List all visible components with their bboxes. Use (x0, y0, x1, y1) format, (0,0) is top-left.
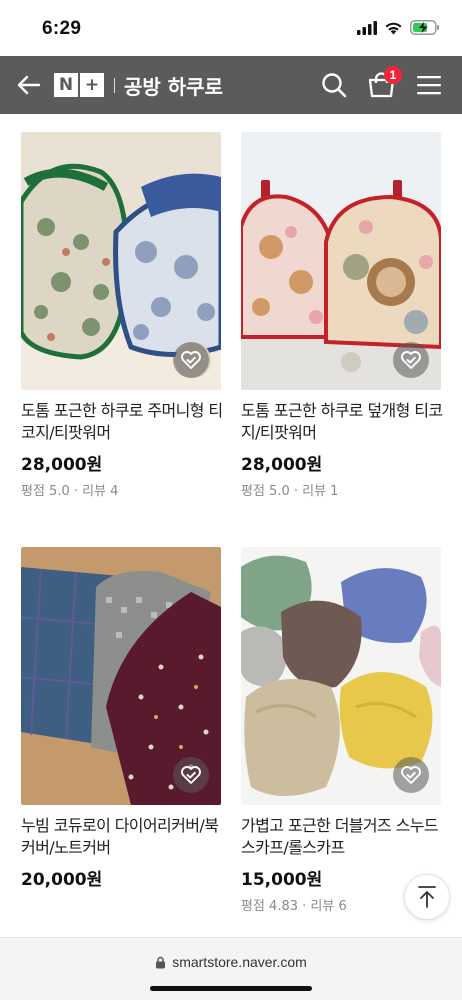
product-image[interactable] (21, 132, 221, 390)
status-time: 6:29 (42, 18, 82, 39)
product-title[interactable]: 도톰 포근한 하쿠로 덮개형 티코지/티팟워머 (241, 400, 451, 444)
product-image[interactable] (21, 547, 221, 805)
menu-button[interactable] (416, 73, 442, 97)
product-price: 20,000원 (21, 870, 103, 890)
wishlist-button[interactable] (393, 342, 429, 378)
logo-plus: + (80, 73, 104, 97)
logo-n: N (54, 73, 78, 97)
status-bar: 6:29 (0, 0, 462, 56)
product-price: 28,000원 (241, 455, 323, 475)
search-icon (322, 73, 347, 98)
browser-address-bar[interactable]: smartstore.naver.com (0, 937, 462, 1000)
app-header: N + 공방 하쿠로 1 (0, 56, 462, 114)
cart-badge: 1 (384, 66, 402, 84)
product-rating: 평점 4.83 · 리뷰 6 (241, 899, 347, 914)
wishlist-button[interactable] (173, 342, 209, 378)
product-title[interactable]: 누빔 코듀로이 다이어리커버/북커버/노트커버 (21, 815, 231, 859)
heart-check-icon (181, 766, 201, 784)
wifi-icon (385, 22, 402, 34)
url-display[interactable]: smartstore.naver.com (0, 954, 462, 970)
header-divider (114, 78, 115, 93)
product-rating: 평점 5.0 · 리뷰 1 (241, 484, 339, 499)
product-price: 28,000원 (21, 455, 103, 475)
back-button[interactable] (14, 70, 44, 100)
heart-check-icon (401, 351, 421, 369)
lock-icon (156, 956, 166, 968)
wishlist-button[interactable] (173, 757, 209, 793)
status-icons (357, 20, 440, 35)
wishlist-button[interactable] (393, 757, 429, 793)
product-image[interactable] (241, 547, 441, 805)
battery-charging-icon (410, 20, 439, 35)
heart-check-icon (181, 351, 201, 369)
menu-icon (417, 76, 441, 95)
product-price: 15,000원 (241, 870, 323, 890)
naver-plus-logo[interactable]: N + (54, 73, 104, 97)
search-button[interactable] (320, 71, 348, 99)
store-name[interactable]: 공방 하쿠로 (124, 71, 223, 100)
product-rating: 평점 5.0 · 리뷰 4 (21, 484, 119, 499)
product-title[interactable]: 가볍고 포근한 더블거즈 스누드 스카프/롤스카프 (241, 815, 451, 859)
url-text: smartstore.naver.com (172, 954, 307, 970)
product-title[interactable]: 도톰 포근한 하쿠로 주머니형 티코지/티팟워머 (21, 400, 231, 444)
home-indicator[interactable] (150, 986, 312, 991)
heart-check-icon (401, 766, 421, 784)
signal-icon (357, 20, 377, 35)
scroll-to-top-button[interactable] (404, 874, 450, 920)
product-image[interactable] (241, 132, 441, 390)
arrow-up-to-top-icon (418, 886, 436, 908)
back-arrow-icon (17, 75, 41, 95)
